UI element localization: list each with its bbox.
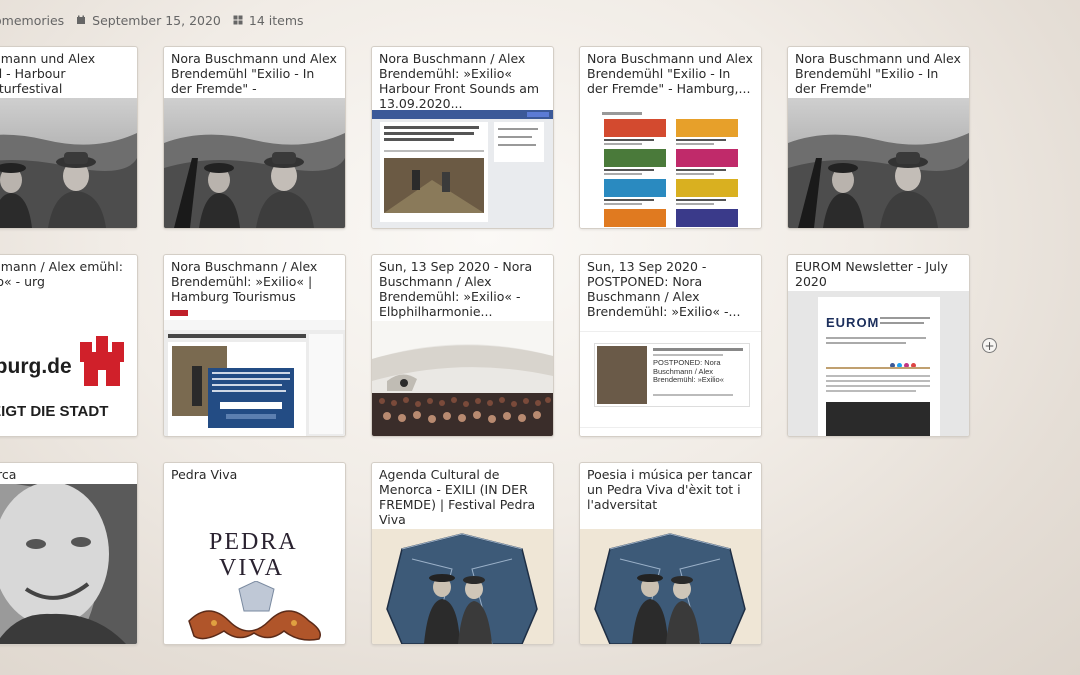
card-title[interactable]: Poesia i música per tancar un Pedra Viva… [580,463,761,512]
card-title[interactable]: Sun, 13 Sep 2020 - POSTPONED: Nora Busch… [580,255,761,319]
card-title[interactable]: Agenda Cultural de Menorca - EXILI (IN D… [372,463,553,527]
bookmark-card[interactable]: Nora Buschmann und Alex Brendemühl "Exil… [163,46,346,229]
card-thumbnail[interactable] [580,110,761,228]
pedra-viva-logo-line1: PEDRA [209,529,298,555]
bookmark-card[interactable]: Agenda Cultural de Menorca - EXILI (IN D… [371,462,554,645]
plus-icon: + [984,338,995,353]
item-meta-bar: omemories September 15, 2020 14 items [0,11,304,29]
card-title[interactable]: Sun, 13 Sep 2020 - Nora Buschmann / Alex… [372,255,553,319]
card-thumbnail[interactable] [788,98,969,228]
grid-icon [233,15,243,25]
bookmark-card[interactable]: Buschmann und Alex emühl - Harbour Liter… [0,46,138,229]
add-item-button[interactable]: + [982,338,997,353]
card-title[interactable]: Buschmann und Alex emühl - Harbour Liter… [0,47,137,96]
hamburg-slogan-text: ZEIGT DIE STADT [0,403,108,420]
card-thumbnail[interactable] [164,98,345,228]
pedra-viva-logo-line2: VIVA [219,555,284,581]
card-title[interactable]: Buschmann / Alex emühl: »Exilio« - urg [0,255,137,289]
card-thumbnail[interactable] [372,110,553,228]
category-link[interactable]: omemories [0,13,64,28]
bookmark-card[interactable]: Sun, 13 Sep 2020 - Nora Buschmann / Alex… [371,254,554,437]
card-title[interactable]: Menorca [0,463,137,482]
card-thumbnail[interactable] [580,529,761,644]
card-thumbnail[interactable]: EUROM [788,291,969,436]
bookmark-card[interactable]: Nora Buschmann / Alex Brendemühl: »Exili… [371,46,554,229]
bookmark-card[interactable]: Nora Buschmann und Alex Brendemühl "Exil… [579,46,762,229]
card-thumbnail[interactable] [372,529,553,644]
bookmark-card[interactable]: Pedra Viva PEDRA VIVA [163,462,346,645]
date-meta: September 15, 2020 [76,13,221,28]
card-title[interactable]: EUROM Newsletter - July 2020 [788,255,969,289]
card-title[interactable]: Nora Buschmann / Alex Brendemühl: »Exili… [164,255,345,304]
count-meta: 14 items [233,13,304,28]
bookmark-card[interactable]: EUROM Newsletter - July 2020 EUROM [787,254,970,437]
card-thumbnail[interactable]: POSTPONED: Nora Buschmann / Alex Brendem… [580,321,761,436]
card-title[interactable]: Nora Buschmann und Alex Brendemühl "Exil… [788,47,969,96]
bookmark-card[interactable]: Sun, 13 Sep 2020 - POSTPONED: Nora Busch… [579,254,762,437]
eurom-logo-text: EUROM [826,315,880,330]
card-title[interactable]: Pedra Viva [164,463,345,482]
card-thumbnail[interactable]: mburg.de ZEIGT DIE STADT [0,306,137,436]
card-thumbnail[interactable] [164,306,345,436]
card-thumbnail[interactable]: PEDRA VIVA [164,529,345,644]
hamburg-castle-icon [80,336,124,386]
bookmark-card[interactable]: Nora Buschmann / Alex Brendemühl: »Exili… [163,254,346,437]
item-count-label: 14 items [248,12,304,28]
hamburg-logo-text: mburg.de [0,355,72,378]
bookmark-card[interactable]: Buschmann / Alex emühl: »Exilio« - urg m… [0,254,138,437]
date-label: September 15, 2020 [92,12,221,28]
bookmark-card[interactable]: Menorca [0,462,138,645]
card-thumbnail[interactable] [372,321,553,436]
card-thumbnail[interactable] [0,484,137,644]
event-postponed-text: POSTPONED: Nora Buschmann / Alex Brendem… [653,358,724,384]
card-title[interactable]: Nora Buschmann und Alex Brendemühl "Exil… [580,47,761,96]
card-thumbnail[interactable] [0,98,137,228]
bookmark-card[interactable]: Poesia i música per tancar un Pedra Viva… [579,462,762,645]
calendar-icon [76,15,86,25]
category-label[interactable]: omemories [0,13,64,28]
card-title[interactable]: Nora Buschmann / Alex Brendemühl: »Exili… [372,47,553,111]
bookmark-card[interactable]: Nora Buschmann und Alex Brendemühl "Exil… [787,46,970,229]
